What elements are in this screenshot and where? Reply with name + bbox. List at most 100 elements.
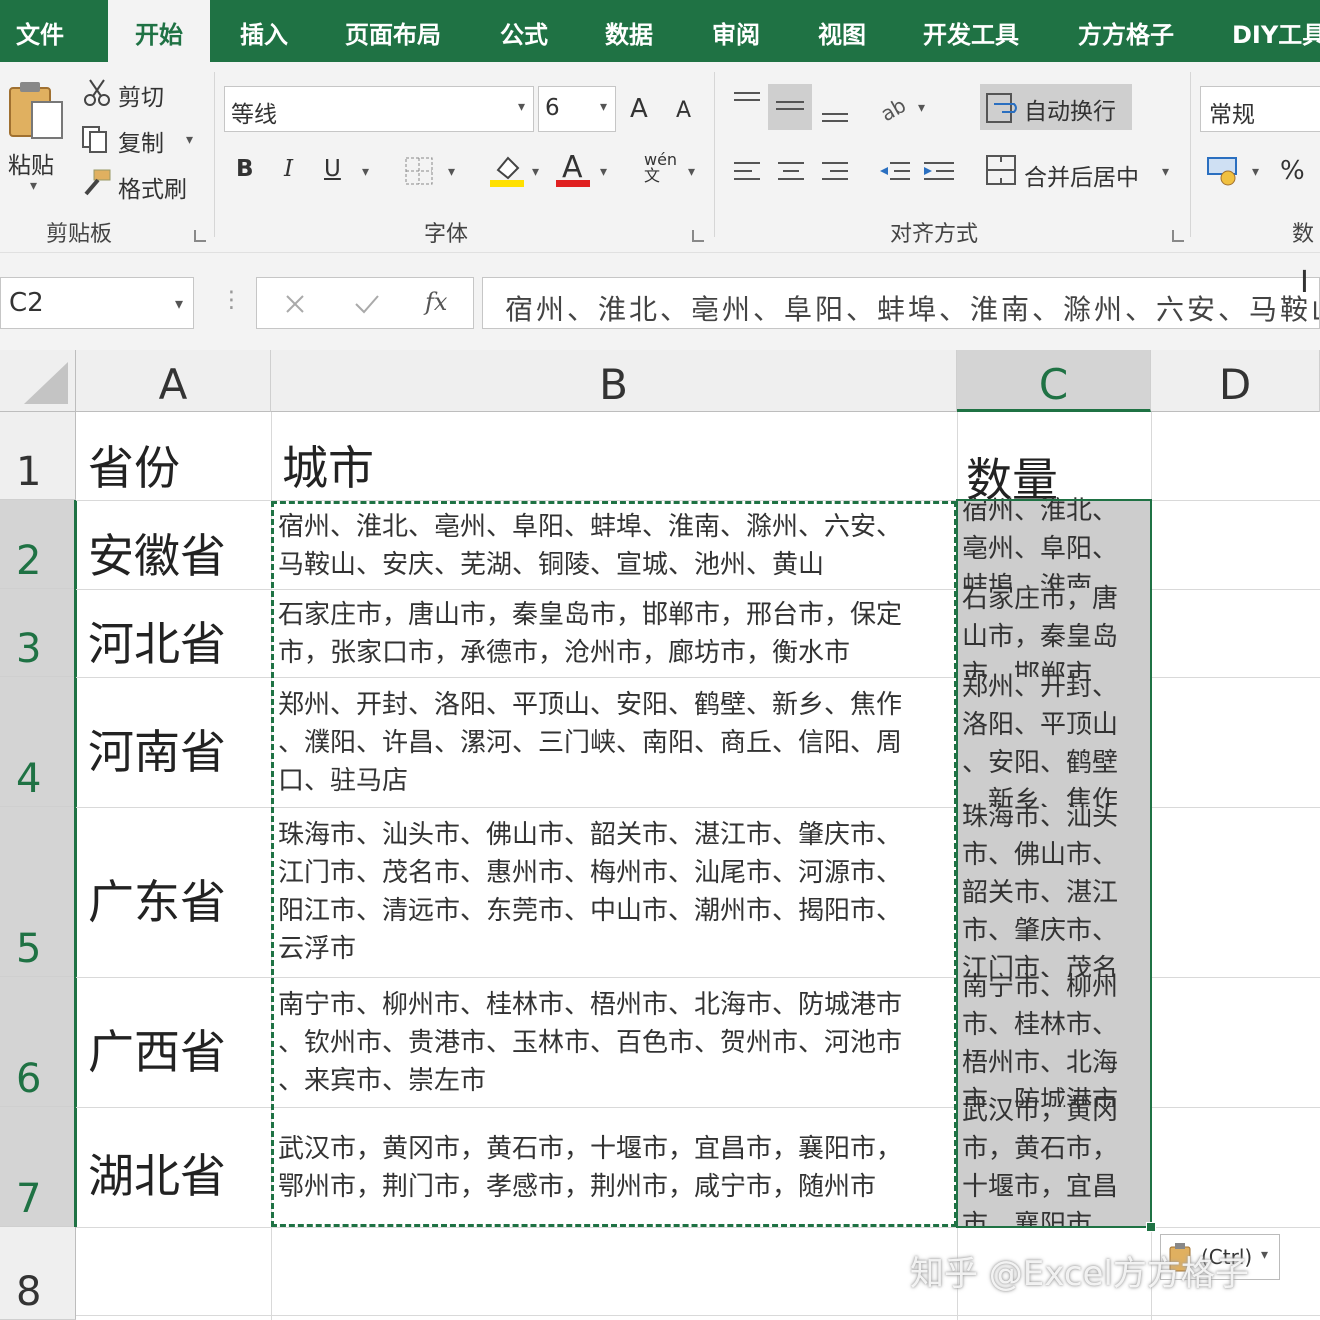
paste-button[interactable]: 粘贴 ▾ (6, 78, 70, 198)
underline-button[interactable]: U (324, 156, 341, 182)
select-all-triangle-icon (24, 362, 68, 404)
chevron-down-icon: ▾ (600, 164, 608, 180)
more-options-icon: ⋮ (220, 287, 243, 313)
cell-a1[interactable]: 省份 (88, 432, 180, 498)
selection-border (956, 499, 1152, 1228)
dialog-launcher-icon[interactable] (692, 230, 704, 242)
row-header[interactable]: 4 (0, 677, 76, 807)
select-all-button[interactable] (0, 350, 76, 412)
font-size-value: 6 (545, 95, 560, 121)
column-header-d[interactable]: D (1151, 350, 1320, 412)
column-header-b[interactable]: B (271, 350, 957, 412)
cell-province[interactable]: 广西省 (88, 1016, 226, 1082)
cell-province[interactable]: 安徽省 (88, 520, 226, 586)
format-painter-button[interactable]: 格式刷 (118, 170, 187, 204)
fill-color-icon[interactable] (490, 152, 524, 188)
row-header[interactable]: 8 (0, 1227, 76, 1320)
tab-data[interactable]: 数据 (605, 0, 653, 62)
tab-diy-tools[interactable]: DIY工具 (1232, 0, 1320, 62)
currency-icon[interactable] (1206, 154, 1242, 188)
cancel-icon[interactable] (283, 292, 307, 316)
formula-content: 宿州、淮北、亳州、阜阳、蚌埠、淮南、滁州、六安、马鞍山、 (505, 293, 1320, 326)
clipboard-icon (9, 82, 63, 139)
menu-bar: 文件 开始 插入 页面布局 公式 数据 审阅 视图 开发工具 方方格子 DIY工… (0, 0, 1320, 62)
increase-indent-icon[interactable] (922, 158, 956, 188)
column-header-a[interactable]: A (76, 350, 271, 412)
font-color-swatch (556, 180, 590, 187)
row-header[interactable]: 2 (0, 500, 76, 589)
percent-button[interactable]: % (1280, 156, 1305, 186)
cell-province[interactable]: 广东省 (88, 866, 226, 932)
row-header[interactable]: 7 (0, 1107, 76, 1227)
row-selection-indicator (74, 500, 77, 1227)
bold-button[interactable]: B (236, 156, 254, 182)
font-name-value: 等线 (231, 102, 277, 128)
increase-font-button[interactable]: A (630, 94, 648, 124)
merge-center-button[interactable]: 合并后居中 (1024, 158, 1139, 192)
row-number: 4 (16, 756, 42, 802)
fill-handle[interactable] (1146, 1222, 1156, 1232)
copy-button[interactable]: 复制 (118, 124, 164, 158)
align-middle-button[interactable] (768, 84, 812, 130)
ribbon-separator (714, 72, 715, 237)
formula-bar: C2 ▾ ⋮ fx 宿州、淮北、亳州、阜阳、蚌埠、淮南、滁州、六安、马鞍山、 I (0, 252, 1320, 350)
tab-page-layout[interactable]: 页面布局 (345, 0, 441, 62)
row-header[interactable]: 3 (0, 589, 76, 677)
font-size-select[interactable]: 6 ▾ (538, 86, 616, 132)
dialog-launcher-icon[interactable] (194, 230, 206, 242)
copy-marquee (271, 501, 957, 1227)
cell-province[interactable]: 湖北省 (88, 1140, 226, 1206)
column-header-c[interactable]: C (957, 350, 1151, 412)
chevron-down-icon: ▾ (186, 132, 194, 148)
gridline (76, 1315, 1320, 1316)
cell-province[interactable]: 河南省 (88, 716, 226, 782)
number-format-select[interactable]: 常规 (1200, 86, 1320, 132)
name-box-value: C2 (9, 288, 44, 318)
italic-button[interactable]: I (284, 156, 293, 182)
cell-province[interactable]: 河北省 (88, 608, 226, 674)
row-header[interactable]: 1 (0, 412, 76, 500)
formula-input[interactable]: 宿州、淮北、亳州、阜阳、蚌埠、淮南、滁州、六安、马鞍山、 (482, 277, 1320, 329)
ribbon-separator (1190, 72, 1191, 237)
phonetic-button[interactable]: wén 文 (644, 152, 684, 184)
copy-icon (82, 126, 107, 153)
text-cursor-icon: I (1300, 265, 1309, 300)
enter-check-icon[interactable] (353, 292, 381, 316)
tab-insert[interactable]: 插入 (240, 0, 288, 62)
align-bottom-icon[interactable] (820, 102, 850, 132)
align-left-icon[interactable] (732, 158, 762, 188)
row-number: 6 (16, 1056, 42, 1102)
decrease-font-button[interactable]: A (676, 98, 691, 123)
paste-label: 粘贴 (8, 153, 54, 179)
clipboard-group-label: 剪贴板 (46, 222, 113, 247)
decrease-indent-icon[interactable] (878, 158, 912, 188)
dialog-launcher-icon[interactable] (1172, 230, 1184, 242)
tab-developer[interactable]: 开发工具 (923, 0, 1019, 62)
number-format-value: 常规 (1209, 102, 1255, 128)
row-number: 7 (16, 1176, 42, 1222)
row-header[interactable]: 5 (0, 807, 76, 977)
number-group-label: 数 (1292, 222, 1315, 247)
font-name-select[interactable]: 等线 ▾ (224, 86, 534, 132)
align-right-icon[interactable] (820, 158, 850, 188)
tab-home[interactable]: 开始 (108, 0, 210, 62)
align-center-icon[interactable] (776, 158, 806, 188)
tab-view[interactable]: 视图 (818, 0, 866, 62)
name-box[interactable]: C2 ▾ (0, 277, 194, 329)
cut-button[interactable]: 剪切 (118, 78, 164, 112)
row-header[interactable]: 6 (0, 977, 76, 1107)
chevron-down-icon: ▾ (688, 164, 696, 180)
tab-formulas[interactable]: 公式 (500, 0, 548, 62)
orientation-icon[interactable]: ab (878, 90, 912, 124)
row-number: 3 (16, 626, 42, 672)
row-number: 5 (16, 926, 42, 972)
tab-file[interactable]: 文件 (16, 0, 64, 62)
borders-icon[interactable] (404, 156, 434, 186)
merge-center-icon[interactable] (984, 152, 1020, 188)
insert-function-button[interactable]: fx (425, 288, 447, 316)
tab-ffcell[interactable]: 方方格子 (1078, 0, 1174, 62)
tab-review[interactable]: 审阅 (712, 0, 760, 62)
wrap-text-button[interactable]: 自动换行 (980, 84, 1132, 130)
align-top-icon[interactable] (732, 88, 762, 118)
cell-b1[interactable]: 城市 (282, 432, 374, 498)
